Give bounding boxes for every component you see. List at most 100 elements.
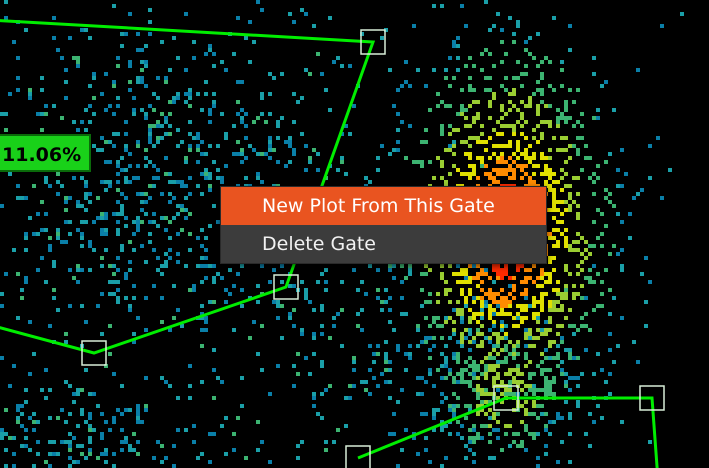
density-dot xyxy=(136,228,140,232)
density-dot xyxy=(40,256,44,260)
density-dot xyxy=(144,112,148,116)
density-dot xyxy=(180,204,184,208)
density-dot xyxy=(104,248,108,252)
density-dot xyxy=(520,264,524,268)
density-dot xyxy=(268,72,272,76)
density-dot xyxy=(492,180,496,184)
density-dot xyxy=(536,164,540,168)
density-dot xyxy=(448,264,452,268)
density-dot xyxy=(456,56,460,60)
density-dot xyxy=(272,268,276,272)
density-dot xyxy=(484,304,488,308)
density-dot xyxy=(120,248,124,252)
density-dot xyxy=(448,144,452,148)
density-dot xyxy=(160,272,164,276)
density-dot xyxy=(216,168,220,172)
density-dot xyxy=(504,332,508,336)
density-dot xyxy=(112,112,116,116)
density-dot xyxy=(360,380,364,384)
gate-polygon-lower-right[interactable] xyxy=(340,396,659,468)
density-dot xyxy=(536,32,540,36)
density-dot xyxy=(212,100,216,104)
density-dot xyxy=(124,32,128,36)
density-dot xyxy=(408,356,412,360)
density-dot xyxy=(504,264,508,268)
density-dot xyxy=(428,160,432,164)
density-dot xyxy=(568,412,572,416)
density-dot xyxy=(48,416,52,420)
density-dot xyxy=(524,156,528,160)
density-dot xyxy=(528,156,532,160)
delete-gate-menu-item[interactable]: Delete Gate xyxy=(221,225,546,263)
new-plot-from-gate-menu-item[interactable]: New Plot From This Gate xyxy=(221,187,546,225)
density-dot xyxy=(360,308,364,312)
density-dot xyxy=(308,156,312,160)
density-dot xyxy=(160,136,164,140)
density-dot xyxy=(468,88,472,92)
density-dot xyxy=(512,432,516,436)
density-dot xyxy=(428,368,432,372)
density-dot xyxy=(304,288,308,292)
density-dot xyxy=(168,68,172,72)
gate-percentage-label[interactable]: 11.06% xyxy=(0,134,92,172)
density-dot xyxy=(460,288,464,292)
density-dot xyxy=(72,460,76,464)
density-dot xyxy=(364,388,368,392)
density-dot xyxy=(560,308,564,312)
density-dot xyxy=(220,176,224,180)
density-dot xyxy=(476,376,480,380)
density-dot xyxy=(104,160,108,164)
density-dot xyxy=(468,356,472,360)
density-dot xyxy=(488,352,492,356)
density-dot xyxy=(556,116,560,120)
density-dot xyxy=(460,436,464,440)
density-dot xyxy=(504,312,508,316)
density-dot xyxy=(572,376,576,380)
density-dot xyxy=(456,264,460,268)
density-dot xyxy=(520,72,524,76)
density-dot xyxy=(576,272,580,276)
density-dot xyxy=(184,208,188,212)
density-dot xyxy=(224,164,228,168)
density-dot xyxy=(484,372,488,376)
density-dot xyxy=(424,316,428,320)
density-dot xyxy=(112,132,116,136)
density-dot xyxy=(76,460,80,464)
density-dot xyxy=(112,464,116,468)
density-dot xyxy=(388,368,392,372)
density-dot xyxy=(520,116,524,120)
density-dot xyxy=(72,120,76,124)
density-dot xyxy=(508,340,512,344)
density-dot xyxy=(80,444,84,448)
density-dot xyxy=(612,244,616,248)
density-dot xyxy=(448,172,452,176)
density-dot xyxy=(156,120,160,124)
density-dot xyxy=(600,280,604,284)
density-dot xyxy=(456,432,460,436)
density-dot xyxy=(112,420,116,424)
density-dot xyxy=(404,368,408,372)
density-dot xyxy=(36,232,40,236)
density-dot xyxy=(160,40,164,44)
density-dot xyxy=(264,152,268,156)
density-dot xyxy=(52,16,56,20)
density-dot xyxy=(528,344,532,348)
density-dot xyxy=(40,76,44,80)
density-dot xyxy=(396,148,400,152)
density-dot xyxy=(200,192,204,196)
density-dot xyxy=(464,140,468,144)
density-dot xyxy=(56,48,60,52)
density-dot xyxy=(448,404,452,408)
density-dot xyxy=(460,368,464,372)
density-dot xyxy=(64,96,68,100)
density-dot xyxy=(452,308,456,312)
density-dot xyxy=(540,300,544,304)
density-dot xyxy=(420,160,424,164)
density-dot xyxy=(552,308,556,312)
density-dot xyxy=(524,352,528,356)
density-dot xyxy=(492,144,496,148)
density-dot xyxy=(404,60,408,64)
density-dot xyxy=(436,92,440,96)
density-dot xyxy=(604,224,608,228)
density-dot xyxy=(212,264,216,268)
